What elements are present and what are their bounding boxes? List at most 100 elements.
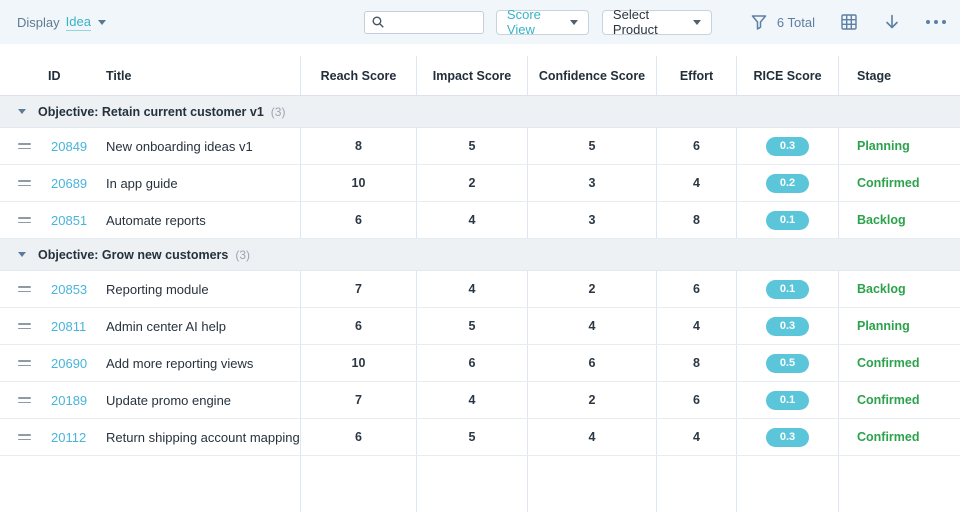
column-header-effort: Effort <box>656 56 736 95</box>
group-header[interactable]: Objective: Grow new customers (3) <box>0 239 960 271</box>
table-row[interactable]: 20811 Admin center AI help 6 5 4 4 0.3 P… <box>0 308 960 345</box>
download-icon <box>883 13 901 31</box>
row-title[interactable]: Add more reporting views <box>100 345 300 381</box>
display-dropdown[interactable]: Display Idea <box>17 14 106 31</box>
drag-handle-icon[interactable] <box>18 143 31 149</box>
collapse-caret-icon[interactable] <box>18 109 26 114</box>
filter-icon <box>750 13 768 31</box>
reach-score-cell[interactable]: 6 <box>300 419 416 455</box>
select-product-dropdown[interactable]: Select Product <box>602 10 712 35</box>
stage-label: Planning <box>838 308 960 344</box>
effort-cell[interactable]: 6 <box>656 128 736 164</box>
effort-cell[interactable]: 4 <box>656 308 736 344</box>
confidence-score-cell[interactable]: 2 <box>527 271 656 307</box>
stage-label: Confirmed <box>838 165 960 201</box>
table-row[interactable]: 20849 New onboarding ideas v1 8 5 5 6 0.… <box>0 128 960 165</box>
reach-score-cell[interactable]: 7 <box>300 382 416 418</box>
rice-score-badge: 0.2 <box>766 174 809 193</box>
table-row[interactable]: 20851 Automate reports 6 4 3 8 0.1 Backl… <box>0 202 960 239</box>
rice-score-badge: 0.3 <box>766 317 809 336</box>
reach-score-cell[interactable]: 10 <box>300 165 416 201</box>
row-title[interactable]: Reporting module <box>100 271 300 307</box>
reach-score-cell[interactable]: 7 <box>300 271 416 307</box>
effort-cell[interactable]: 6 <box>656 271 736 307</box>
rice-score-badge: 0.3 <box>766 428 809 447</box>
confidence-score-cell[interactable]: 4 <box>527 419 656 455</box>
row-id-link[interactable]: 20851 <box>51 213 87 228</box>
impact-score-cell[interactable]: 5 <box>416 419 527 455</box>
search-box[interactable] <box>364 11 484 34</box>
table-row[interactable]: 20112 Return shipping account mapping 6 … <box>0 419 960 456</box>
drag-handle-icon[interactable] <box>18 180 31 186</box>
group-count: (3) <box>271 105 286 119</box>
drag-handle-icon[interactable] <box>18 217 31 223</box>
row-id-link[interactable]: 20112 <box>51 430 86 445</box>
row-title[interactable]: Return shipping account mapping <box>100 419 300 455</box>
row-title[interactable]: Update promo engine <box>100 382 300 418</box>
confidence-score-cell[interactable]: 2 <box>527 382 656 418</box>
row-id-link[interactable]: 20853 <box>51 282 87 297</box>
table-row[interactable]: 20690 Add more reporting views 10 6 6 8 … <box>0 345 960 382</box>
drag-handle-icon[interactable] <box>18 323 31 329</box>
group-count: (3) <box>235 248 250 262</box>
search-input[interactable] <box>390 15 477 29</box>
table-row[interactable]: 20853 Reporting module 7 4 2 6 0.1 Backl… <box>0 271 960 308</box>
row-id-link[interactable]: 20189 <box>51 393 87 408</box>
row-title[interactable]: In app guide <box>100 165 300 201</box>
table-row[interactable]: 20689 In app guide 10 2 3 4 0.2 Confirme… <box>0 165 960 202</box>
confidence-score-cell[interactable]: 3 <box>527 202 656 238</box>
rice-score-badge: 0.1 <box>766 391 809 410</box>
effort-cell[interactable]: 6 <box>656 382 736 418</box>
effort-cell[interactable]: 4 <box>656 165 736 201</box>
confidence-score-cell[interactable]: 4 <box>527 308 656 344</box>
group-label: Objective: Retain current customer v1 <box>38 105 264 119</box>
select-product-caret-icon <box>693 20 701 25</box>
row-title[interactable]: New onboarding ideas v1 <box>100 128 300 164</box>
score-view-dropdown[interactable]: Score View <box>496 10 589 35</box>
impact-score-cell[interactable]: 6 <box>416 345 527 381</box>
reach-score-cell[interactable]: 10 <box>300 345 416 381</box>
impact-score-cell[interactable]: 2 <box>416 165 527 201</box>
row-title[interactable]: Admin center AI help <box>100 308 300 344</box>
stage-label: Backlog <box>838 271 960 307</box>
effort-cell[interactable]: 8 <box>656 202 736 238</box>
toolbar: Display Idea Score View Select Product 6… <box>0 0 960 44</box>
effort-cell[interactable]: 4 <box>656 419 736 455</box>
row-title[interactable]: Automate reports <box>100 202 300 238</box>
reach-score-cell[interactable]: 6 <box>300 202 416 238</box>
download-button[interactable] <box>883 13 901 31</box>
grid-view-button[interactable] <box>840 13 858 31</box>
reach-score-cell[interactable]: 6 <box>300 308 416 344</box>
collapse-caret-icon[interactable] <box>18 252 26 257</box>
effort-cell[interactable]: 8 <box>656 345 736 381</box>
confidence-score-cell[interactable]: 5 <box>527 128 656 164</box>
drag-handle-icon[interactable] <box>18 286 31 292</box>
impact-score-cell[interactable]: 4 <box>416 271 527 307</box>
confidence-score-cell[interactable]: 3 <box>527 165 656 201</box>
group-header[interactable]: Objective: Retain current customer v1 (3… <box>0 96 960 128</box>
row-id-link[interactable]: 20849 <box>51 139 87 154</box>
search-icon <box>371 15 385 29</box>
table-row[interactable]: 20189 Update promo engine 7 4 2 6 0.1 Co… <box>0 382 960 419</box>
confidence-score-cell[interactable]: 6 <box>527 345 656 381</box>
column-header-id: ID <box>0 56 100 95</box>
rice-score-badge: 0.3 <box>766 137 809 156</box>
impact-score-cell[interactable]: 4 <box>416 382 527 418</box>
drag-handle-icon[interactable] <box>18 360 31 366</box>
grid-view-icon <box>840 13 858 31</box>
impact-score-cell[interactable]: 5 <box>416 128 527 164</box>
drag-handle-icon[interactable] <box>18 434 31 440</box>
display-value[interactable]: Idea <box>66 14 91 31</box>
rice-score-badge: 0.1 <box>766 280 809 299</box>
impact-score-cell[interactable]: 5 <box>416 308 527 344</box>
row-id-link[interactable]: 20811 <box>51 319 86 334</box>
reach-score-cell[interactable]: 8 <box>300 128 416 164</box>
row-id-link[interactable]: 20689 <box>51 176 87 191</box>
filter-button[interactable] <box>750 13 768 31</box>
select-product-label: Select Product <box>613 7 686 37</box>
column-header-impact-score: Impact Score <box>416 56 527 95</box>
row-id-link[interactable]: 20690 <box>51 356 87 371</box>
more-options-button[interactable] <box>926 20 946 24</box>
impact-score-cell[interactable]: 4 <box>416 202 527 238</box>
drag-handle-icon[interactable] <box>18 397 31 403</box>
